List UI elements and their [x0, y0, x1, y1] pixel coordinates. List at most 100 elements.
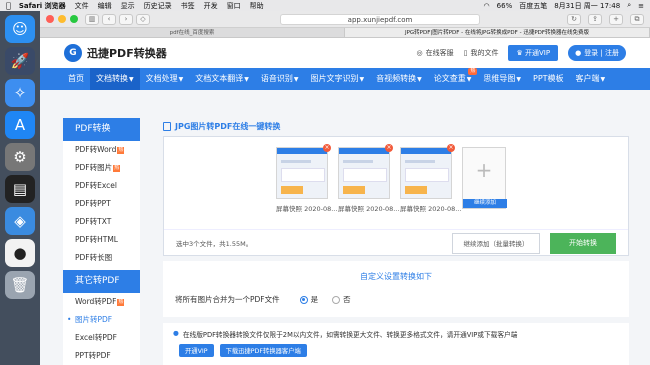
- tab-baidu[interactable]: pdf在线_百度搜索: [40, 28, 345, 37]
- merge-yes-radio[interactable]: [299, 295, 308, 304]
- merge-no-radio[interactable]: [332, 295, 341, 304]
- start-convert-button[interactable]: 开始转换: [550, 232, 616, 254]
- remove-file-icon[interactable]: ×: [385, 144, 393, 152]
- logo-text[interactable]: 迅捷PDF转换器: [87, 45, 167, 61]
- sidebar-toggle-icon[interactable]: ▥: [85, 13, 99, 25]
- nav-ppt-template[interactable]: PPT模板: [527, 68, 570, 90]
- nav-ocr-label: 图片文字识别: [310, 74, 359, 83]
- share-icon[interactable]: ⇪: [588, 13, 602, 25]
- sidebar-item-pdf-to-ppt[interactable]: PDF转PPT: [63, 195, 140, 213]
- sidebar-item-pdf-to-html[interactable]: PDF转HTML: [63, 231, 140, 249]
- batch-add-button[interactable]: 继续添加（批量转换）: [452, 232, 540, 254]
- trash-icon[interactable]: 🗑: [5, 271, 35, 299]
- safari-icon[interactable]: ✧: [5, 79, 35, 107]
- sidebar-item-pdf-to-image[interactable]: PDF转图片热: [63, 159, 140, 177]
- menu-edit[interactable]: 编辑: [98, 1, 112, 11]
- tab-overview-icon[interactable]: ⧉: [630, 13, 644, 25]
- address-bar[interactable]: app.xunjiepdf.com: [280, 13, 480, 25]
- menu-develop[interactable]: 开发: [204, 1, 218, 11]
- file-thumbnail[interactable]: × 屏幕快照 2020-08...: [338, 144, 399, 217]
- chevron-down-icon: ▼: [359, 76, 365, 83]
- zoom-window-button[interactable]: [70, 15, 78, 23]
- bullet-icon: ●: [173, 329, 179, 337]
- page-content: PDF转换 PDF转Word 热 PDF转图片热 PDF转Excel PDF转PP…: [40, 90, 650, 365]
- menu-history[interactable]: 历史记录: [144, 1, 172, 11]
- nav-plagiarism[interactable]: 论文查重▼ 热: [428, 68, 478, 90]
- nav-speech-label: 语音识别: [260, 74, 293, 83]
- system-preferences-icon[interactable]: ⚙: [5, 143, 35, 171]
- customer-service-link[interactable]: ◎ 在线客服: [417, 48, 454, 58]
- download-client-button[interactable]: 下载迅捷PDF转换器客户端: [219, 344, 307, 357]
- login-button[interactable]: ● 登录 | 注册: [568, 45, 626, 61]
- menu-bookmarks[interactable]: 书签: [181, 1, 195, 11]
- sidebar-item-pdf-to-excel[interactable]: PDF转Excel: [63, 177, 140, 195]
- apple-icon[interactable]: : [6, 1, 11, 10]
- merge-no-label[interactable]: 否: [343, 294, 351, 305]
- battery-level[interactable]: 66%: [497, 2, 513, 10]
- merge-yes-label[interactable]: 是: [311, 294, 319, 305]
- menu-app-name[interactable]: Safari 浏览器: [19, 1, 66, 11]
- sidebar-item-ppt-to-pdf[interactable]: PPT转PDF: [63, 347, 140, 365]
- remove-file-icon[interactable]: ×: [447, 144, 455, 152]
- penguin-icon[interactable]: ●: [5, 239, 35, 267]
- menu-view[interactable]: 显示: [121, 1, 135, 11]
- file-thumbnail[interactable]: × 屏幕快照 2020-08...: [276, 144, 337, 217]
- new-tab-icon[interactable]: +: [609, 13, 623, 25]
- chevron-down-icon: ▼: [178, 76, 184, 83]
- nav-speech[interactable]: 语音识别▼: [255, 68, 305, 90]
- add-file-label: 继续添加: [463, 199, 507, 208]
- minimize-window-button[interactable]: [58, 15, 66, 23]
- chevron-down-icon: ▼: [293, 76, 299, 83]
- notice-text: 在线版PDF转换器转换文件仅限于2M以内文件，如需转换更大文件、转换更多格式文件…: [182, 331, 518, 339]
- page-title: JPG图片转PDF在线一键转换: [175, 121, 281, 131]
- close-window-button[interactable]: [46, 15, 54, 23]
- sidebar-item-pdf-to-word[interactable]: PDF转Word 热: [63, 141, 140, 159]
- file-name: 屏幕快照 2020-08...: [400, 205, 462, 213]
- search-icon[interactable]: ⌕: [627, 1, 631, 10]
- my-files-link[interactable]: ▯ 我的文件: [464, 48, 499, 58]
- nav-translate[interactable]: 文档文本翻译▼: [189, 68, 255, 90]
- sidebar-item-pdf-to-txt[interactable]: PDF转TXT: [63, 213, 140, 231]
- add-file-tile[interactable]: + 继续添加: [462, 147, 507, 209]
- nav-doc-convert[interactable]: 文档转换▼: [90, 68, 140, 90]
- activity-monitor-icon[interactable]: ▤: [5, 175, 35, 203]
- wifi-icon[interactable]: ◠: [484, 2, 490, 10]
- tab-xunjie[interactable]: JPG转PDF|图片转PDF - 在线将JPG转换成PDF - 迅捷PDF转换器…: [345, 28, 650, 37]
- sidebar-item-pdf-to-long-image[interactable]: PDF转长图: [63, 249, 140, 267]
- ime-indicator[interactable]: 百度五笔: [519, 1, 547, 11]
- shield-icon[interactable]: ◇: [136, 13, 150, 25]
- clock[interactable]: 8月31日 周一 17:48: [554, 1, 620, 11]
- app-store-icon[interactable]: A: [5, 111, 35, 139]
- notice-vip-button[interactable]: 开通VIP: [179, 344, 214, 357]
- nav-ocr[interactable]: 图片文字识别▼: [305, 68, 371, 90]
- menu-window[interactable]: 窗口: [227, 1, 241, 11]
- nav-client[interactable]: 客户端▼: [570, 68, 612, 90]
- sidebar-item-label: PPT转PDF: [75, 351, 111, 360]
- nav-doc-process[interactable]: 文档处理▼: [140, 68, 190, 90]
- settings-panel: 自定义设置转换如下 将所有图片合并为一个PDF文件 是 否: [163, 261, 629, 317]
- back-button[interactable]: ‹: [102, 13, 116, 25]
- sidebar-item-word-to-pdf[interactable]: Word转PDF 热: [63, 293, 140, 311]
- nav-home[interactable]: 首页: [62, 68, 90, 90]
- nav-av-convert[interactable]: 音视频转换▼: [370, 68, 428, 90]
- menu-help[interactable]: 帮助: [250, 1, 264, 11]
- customer-service-label: 在线客服: [425, 49, 454, 57]
- remove-file-icon[interactable]: ×: [323, 144, 331, 152]
- browser-toolbar: ▥ ‹ › ◇ app.xunjiepdf.com ↻ ⇪ + ⧉: [40, 11, 650, 28]
- tab-bar: pdf在线_百度搜索 JPG转PDF|图片转PDF - 在线将JPG转换成PDF…: [40, 28, 650, 38]
- sidebar-item-excel-to-pdf[interactable]: Excel转PDF: [63, 329, 140, 347]
- sidebar-item-image-to-pdf[interactable]: • 图片转PDF: [63, 311, 140, 329]
- vip-button[interactable]: ♛ 开通VIP: [508, 45, 559, 61]
- file-thumbnail[interactable]: × 屏幕快照 2020-08...: [400, 144, 462, 217]
- reload-icon[interactable]: ↻: [567, 13, 581, 25]
- launchpad-icon[interactable]: 🚀: [5, 47, 35, 75]
- finder-icon[interactable]: ☺: [5, 15, 35, 43]
- menu-file[interactable]: 文件: [75, 1, 89, 11]
- forward-button[interactable]: ›: [119, 13, 133, 25]
- control-center-icon[interactable]: ≡: [638, 2, 644, 10]
- upload-area[interactable]: × 屏幕快照 2020-08... × 屏幕快照 2020-08... × 屏幕…: [163, 136, 629, 256]
- nav-mindmap[interactable]: 思维导图▼: [477, 68, 527, 90]
- active-dot-icon: •: [67, 315, 72, 324]
- app-icon[interactable]: ◈: [5, 207, 35, 235]
- logo-icon[interactable]: G: [64, 44, 82, 62]
